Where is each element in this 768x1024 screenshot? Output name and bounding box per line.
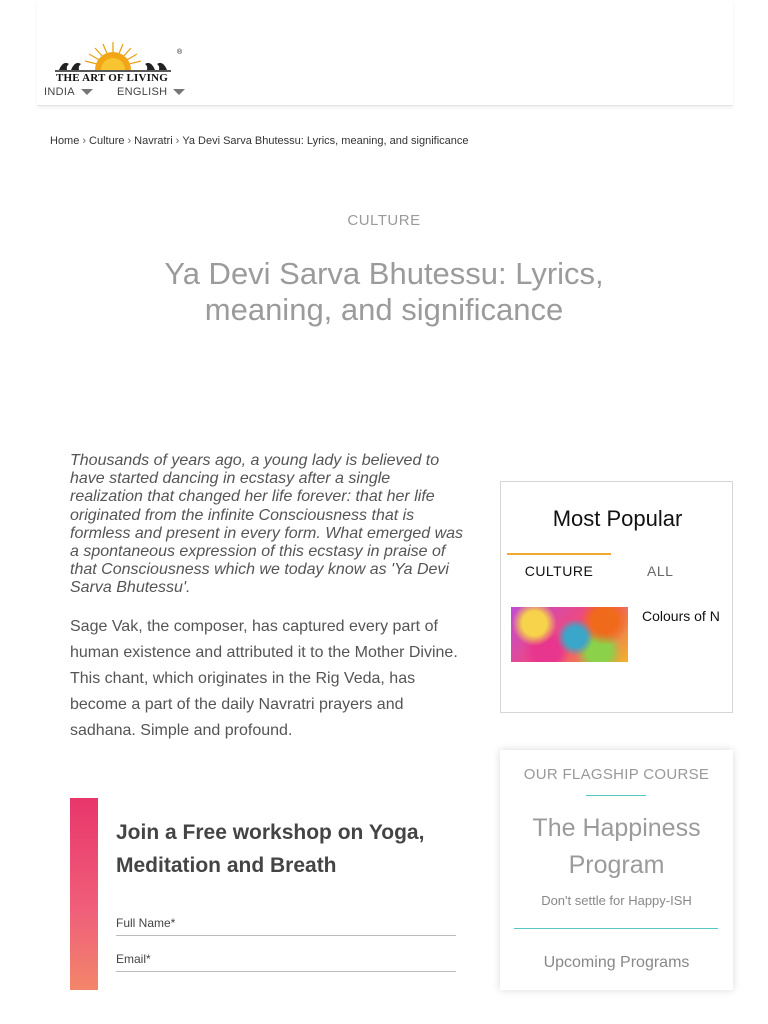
article-thumbnail[interactable] bbox=[511, 607, 628, 662]
tab-culture[interactable]: CULTURE bbox=[507, 553, 611, 579]
article-category[interactable]: CULTURE bbox=[0, 212, 768, 229]
article-body: Sage Vak, the composer, has captured eve… bbox=[70, 618, 458, 739]
language-label: ENGLISH bbox=[117, 86, 168, 98]
workshop-heading: Join a Free workshop on Yoga, Meditation… bbox=[116, 821, 425, 877]
breadcrumb-navratri[interactable]: Navratri bbox=[134, 135, 173, 147]
accent-bar bbox=[70, 798, 98, 990]
full-name-label: Full Name* bbox=[116, 916, 176, 930]
logo-text: THE ART OF LIVING bbox=[55, 72, 169, 84]
email-label: Email* bbox=[116, 952, 151, 966]
sun-logo-icon bbox=[55, 42, 171, 72]
chevron-down-icon bbox=[80, 89, 93, 95]
workshop-signup-form: Join a Free workshop on Yoga, Meditation… bbox=[70, 798, 470, 990]
email-field[interactable]: Email* bbox=[116, 948, 456, 972]
breadcrumb-separator: › bbox=[127, 135, 132, 147]
breadcrumb: Home › Culture › Navratri › Ya Devi Sarva Bhut… bbox=[50, 135, 469, 147]
most-popular-heading: Most Popular bbox=[552, 506, 683, 531]
breadcrumb-culture[interactable]: Culture bbox=[89, 135, 124, 147]
flagship-label: OUR FLAGSHIP COURSE bbox=[523, 766, 710, 783]
flagship-course-card: OUR FLAGSHIP COURSE The Happiness Progra… bbox=[500, 750, 733, 990]
breadcrumb-current: Ya Devi Sarva Bhutessu: Lyrics, meaning,… bbox=[182, 135, 469, 147]
language-selector[interactable]: ENGLISH bbox=[117, 86, 186, 98]
divider bbox=[514, 928, 718, 929]
flagship-subtitle: Don't settle for Happy-ISH bbox=[541, 893, 692, 908]
article-lead: Thousands of years ago, a young lady is … bbox=[70, 452, 464, 597]
full-name-field[interactable]: Full Name* bbox=[116, 912, 456, 936]
divider bbox=[586, 795, 646, 796]
flagship-title[interactable]: The Happiness Program bbox=[500, 810, 733, 884]
breadcrumb-separator: › bbox=[175, 135, 180, 147]
chevron-down-icon bbox=[173, 89, 186, 95]
country-selector[interactable]: INDIA bbox=[44, 86, 93, 98]
art-of-living-logo[interactable]: THE ART OF LIVING ® bbox=[53, 40, 182, 86]
breadcrumb-separator: › bbox=[82, 135, 87, 147]
breadcrumb-home[interactable]: Home bbox=[50, 135, 79, 147]
popular-article-title[interactable]: Colours of N bbox=[642, 608, 720, 624]
country-label: INDIA bbox=[44, 86, 75, 98]
most-popular-widget: Most Popular CULTURE ALL Colours of N bbox=[500, 481, 733, 713]
page-title: Ya Devi Sarva Bhutessu: Lyrics, meaning,… bbox=[164, 256, 604, 327]
registered-mark: ® bbox=[177, 49, 183, 56]
upcoming-programs-link[interactable]: Upcoming Programs bbox=[500, 954, 733, 972]
tab-all[interactable]: ALL bbox=[647, 563, 673, 579]
site-header: THE ART OF LIVING ® INDIA ENGLISH bbox=[37, 0, 733, 106]
